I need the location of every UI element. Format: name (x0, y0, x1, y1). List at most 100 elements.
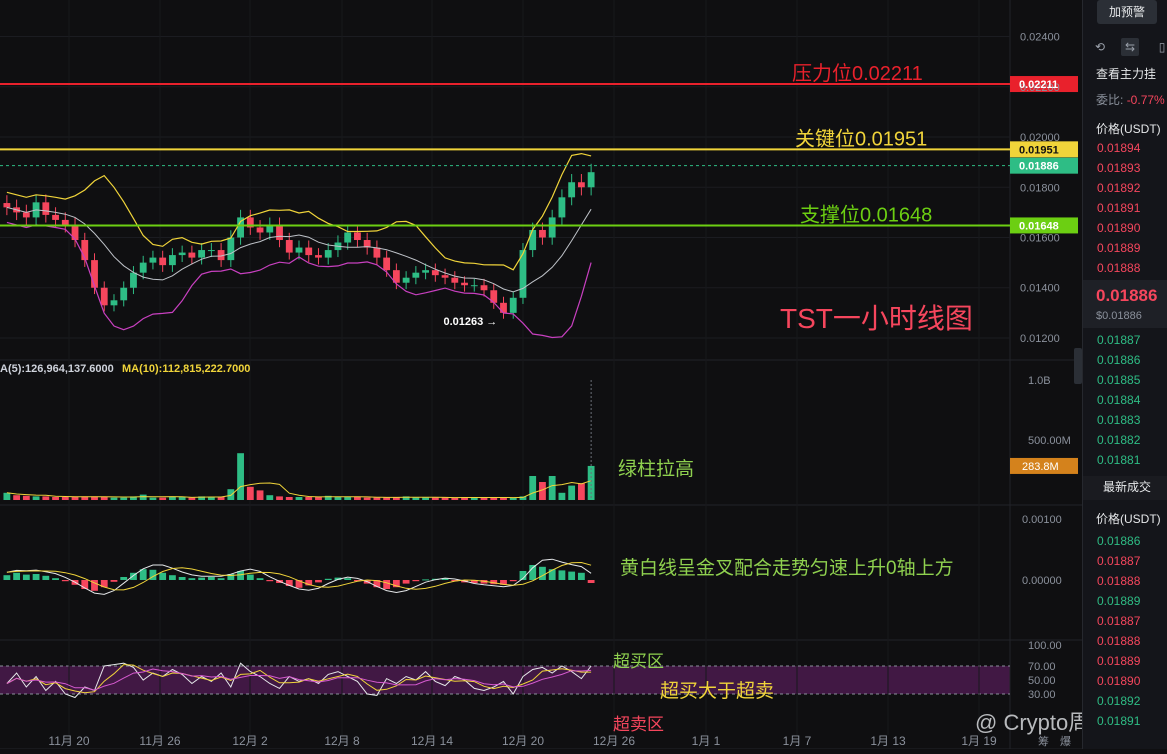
volume-bar (42, 496, 50, 500)
volume-bar (344, 497, 352, 500)
ask-row[interactable]: 0.01889 (1097, 241, 1140, 255)
volume-bar (22, 495, 30, 500)
macd-histogram-bar (568, 571, 576, 580)
volume-bar (276, 496, 283, 500)
candle-body (207, 250, 215, 252)
bid-row[interactable]: 0.01886 (1097, 353, 1140, 367)
x-tick-label: 1月 19 (961, 734, 997, 748)
candle-body (412, 272, 420, 278)
x-tick-label: 1月 13 (870, 734, 906, 748)
candle-body (71, 224, 79, 241)
candle-body (422, 270, 429, 273)
volume-bar (139, 494, 147, 500)
price-level-tag: 0.01951 (1019, 144, 1059, 156)
volume-bar (71, 497, 79, 500)
trade-row: 0.01886 (1097, 534, 1141, 548)
rsi-tick-label: 100.00 (1028, 640, 1062, 652)
ask-row[interactable]: 0.01891 (1097, 201, 1140, 215)
ask-row[interactable]: 0.01888 (1097, 261, 1140, 275)
candle-body (188, 252, 196, 258)
ask-row[interactable]: 0.01894 (1097, 141, 1140, 155)
ask-row[interactable]: 0.01893 (1097, 161, 1140, 175)
trade-row: 0.01889 (1097, 594, 1141, 608)
candle-body (42, 202, 50, 215)
macd-histogram-bar (587, 580, 595, 583)
volume-bar (169, 497, 176, 500)
candle-body (480, 285, 488, 291)
macd-histogram-bar (539, 566, 546, 580)
candle-body (383, 257, 391, 271)
candle-body (373, 247, 381, 258)
macd-histogram-bar (188, 578, 196, 580)
macd-histogram-bar (110, 580, 118, 582)
candle-body (470, 285, 478, 287)
candle-body (324, 250, 332, 258)
split-view-icon[interactable]: ⇆ (1121, 38, 1139, 56)
candle-body (120, 287, 128, 301)
order-book-panel: 加预警 ⟲ ⇆ ▯ 查看主力挂 委比: -0.77% 价格(USDT) 0.01… (1082, 0, 1167, 749)
volume-bar (422, 497, 429, 500)
corner-chip-2: 爆 (1060, 734, 1071, 748)
ask-row[interactable]: 0.01890 (1097, 221, 1140, 235)
macd-histogram-bar (52, 578, 59, 580)
price-tick-label: 0.02000 (1020, 132, 1060, 144)
layout-icon[interactable]: ⟲ (1091, 38, 1109, 56)
watermark: @ Crypto周易 (975, 710, 1082, 735)
trade-row: 0.01888 (1097, 574, 1141, 588)
bid-row[interactable]: 0.01882 (1097, 433, 1140, 447)
price-level-annotation: 支撑位0.01648 (800, 203, 932, 226)
list-view-icon[interactable]: ▯ (1153, 38, 1167, 56)
candle-body (568, 182, 576, 198)
volume-bar (373, 497, 381, 500)
macd-annotation: 黄白线呈金叉配合走势匀速上升0轴上方 (620, 557, 954, 579)
trade-row: 0.01892 (1097, 694, 1141, 708)
candle-body (276, 224, 283, 241)
volume-bar (120, 497, 128, 500)
chart-area[interactable]: 0.02400 0.02200 0.02000 0.01800 0.01600 0.014… (0, 0, 1112, 750)
price-level-tag: 0.01648 (1019, 220, 1059, 232)
volume-annotation: 绿柱拉高 (618, 458, 694, 480)
trades-title[interactable]: 最新成交 (1103, 478, 1151, 495)
trade-row: 0.01888 (1097, 634, 1141, 648)
macd-histogram-bar (402, 580, 410, 584)
current-price-tag: 0.01886 (1019, 161, 1059, 173)
bid-row[interactable]: 0.01883 (1097, 413, 1140, 427)
candle-body (451, 277, 459, 283)
macd-histogram-bar (32, 574, 40, 580)
ask-row[interactable]: 0.01892 (1097, 181, 1140, 195)
x-tick-label: 12月 8 (324, 734, 360, 748)
volume-bar (110, 497, 118, 500)
volume-bar (295, 497, 303, 500)
volume-bar (363, 497, 371, 500)
volume-bar (227, 489, 235, 500)
price-tick-label: 0.01800 (1020, 182, 1060, 194)
candle-body (529, 229, 537, 251)
volume-tag: 283.8M (1022, 461, 1059, 473)
candle-body (178, 252, 186, 256)
bid-row[interactable]: 0.01887 (1097, 333, 1140, 347)
candle-body (441, 275, 449, 278)
volume-ma-line (6, 480, 592, 499)
panel-collapse-handle (1074, 348, 1082, 384)
volume-bar (568, 485, 576, 500)
order-book-title[interactable]: 查看主力挂 (1096, 65, 1156, 82)
volume-bar (13, 495, 21, 500)
x-tick-label: 12月 2 (232, 734, 268, 748)
volume-bar (548, 476, 556, 500)
candle-body (169, 255, 176, 266)
volume-bar (285, 497, 293, 500)
bid-row[interactable]: 0.01884 (1097, 393, 1140, 407)
macd-histogram-bar (198, 577, 206, 580)
last-price-usd: $0.01886 (1096, 310, 1142, 322)
x-tick-label: 11月 20 (48, 734, 89, 748)
last-price-box: 0.01886 $0.01886 (1083, 280, 1167, 328)
macd-histogram-bar (13, 572, 21, 580)
macd-histogram-bar (207, 577, 215, 580)
candle-body (198, 250, 206, 258)
macd-tick-label: 0.00100 (1022, 514, 1062, 526)
add-alert-button[interactable]: 加预警 (1097, 0, 1157, 24)
bid-row[interactable]: 0.01881 (1097, 453, 1140, 467)
bid-row[interactable]: 0.01885 (1097, 373, 1140, 387)
macd-histogram-bar (577, 572, 585, 580)
chart-svg[interactable]: 0.024000.022000.020000.018000.016000.014… (0, 0, 1112, 750)
